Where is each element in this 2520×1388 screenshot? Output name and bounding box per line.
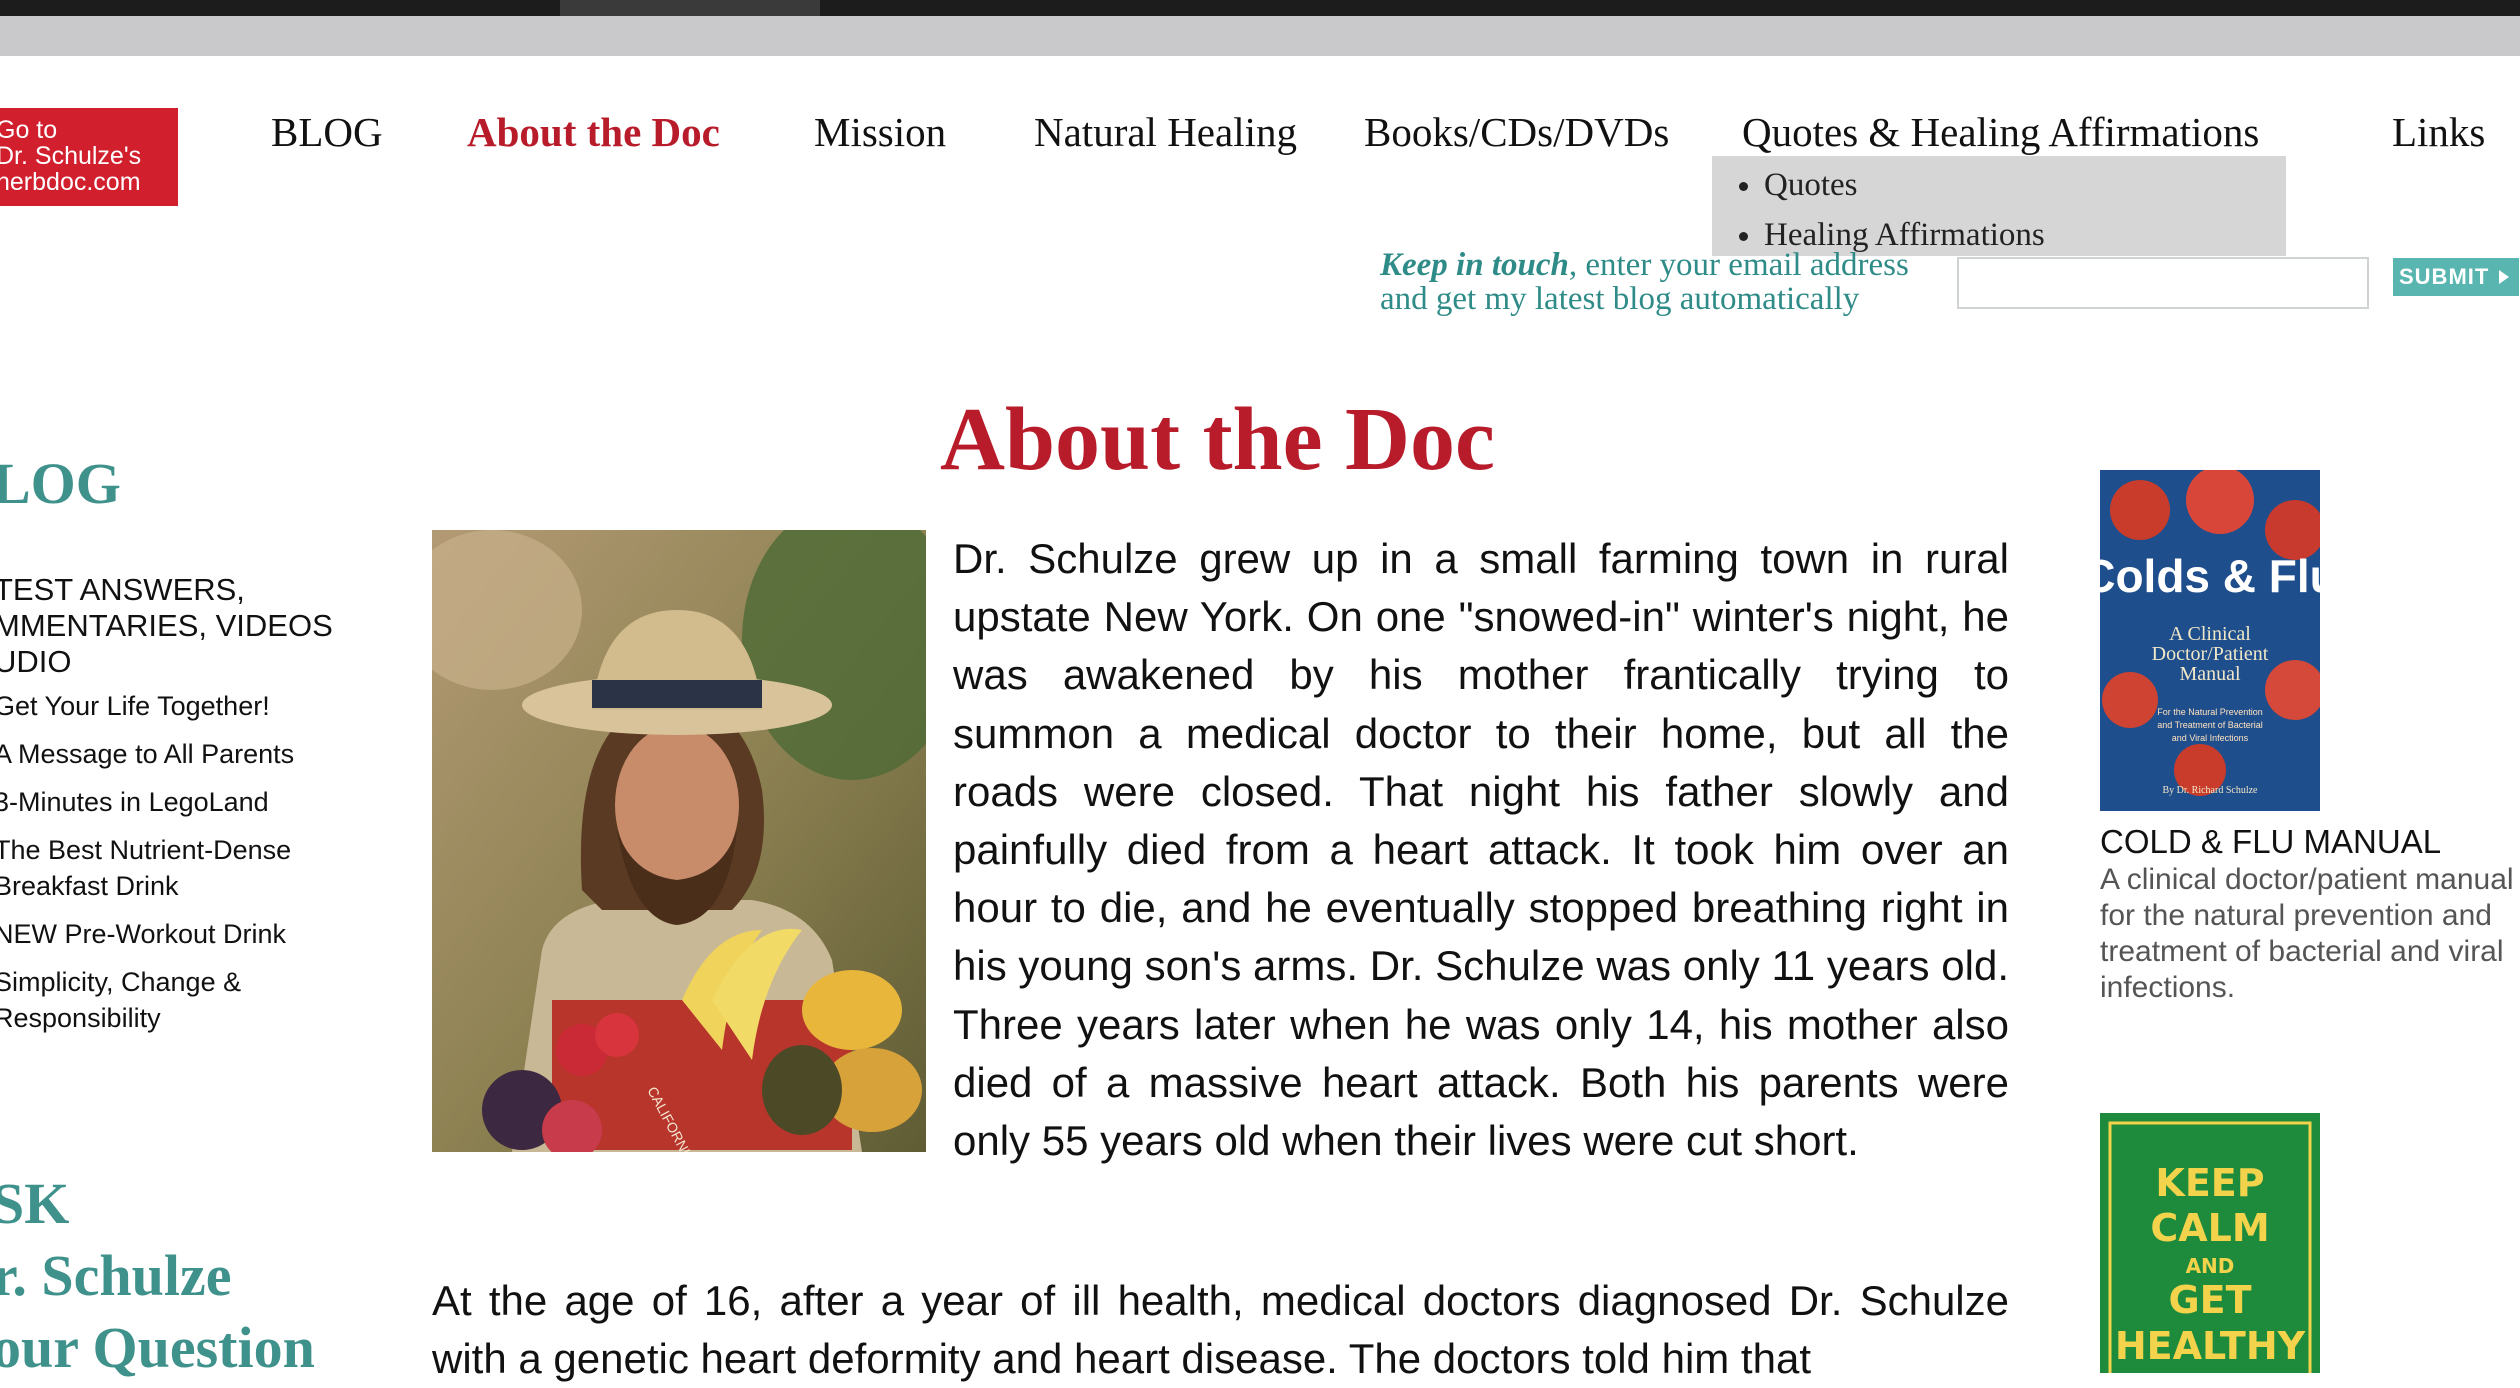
email-input[interactable] (1957, 257, 2369, 309)
header-divider-bar (0, 16, 2520, 56)
logo-line-2: Dr. Schulze's (0, 142, 142, 170)
sidebar-post-link[interactable]: Get Your Life Together! (0, 688, 270, 724)
book-title[interactable]: COLD & FLU MANUAL (2100, 823, 2441, 861)
sidebar-post-link[interactable]: NEW Pre-Workout Drink (0, 916, 286, 952)
nav-mission[interactable]: Mission (814, 108, 946, 156)
book-cover-author: By Dr. Richard Schulze (2163, 785, 2259, 796)
top-header-strip (0, 0, 2520, 16)
book-cover-tagline: and Treatment of Bacterial (2157, 720, 2263, 730)
sidebar-sub-line: UDIO (0, 644, 72, 679)
dr-schulze-portrait-photo: CALIFORNIA GROWN (432, 530, 926, 1152)
poster-text: HEALTHY (2115, 1324, 2306, 1368)
sidebar-post-link[interactable]: A Message to All Parents (0, 736, 294, 772)
bio-paragraph-1: Dr. Schulze grew up in a small farming t… (953, 535, 2009, 1165)
logo-line-1: Go to (0, 116, 58, 144)
nav-natural-healing[interactable]: Natural Healing (1034, 108, 1297, 156)
newsletter-prompt: Keep in touch, enter your email address … (1380, 248, 1909, 316)
dropdown-item-quotes[interactable]: Quotes (1764, 160, 2286, 210)
ask-heading-line: our Question (0, 1315, 315, 1380)
quotes-dropdown-menu: Quotes Healing Affirmations (1712, 156, 2286, 256)
sidebar-post-link[interactable]: Simplicity, Change & Responsibility (0, 964, 241, 1036)
bio-paragraph-2: At the age of 16, after a year of ill he… (432, 1277, 2009, 1382)
sidebar-blog-heading[interactable]: LOG (0, 448, 121, 520)
poster-text: GET (2168, 1278, 2251, 1322)
ask-dr-schulze-heading[interactable]: SK r. Schulze our Question (0, 1168, 315, 1384)
sidebar-post-line: Simplicity, Change & (0, 967, 242, 997)
sidebar-sub-line: TEST ANSWERS, (0, 572, 245, 607)
sidebar-post-line: Responsibility (0, 1003, 161, 1033)
keep-calm-poster[interactable]: KEEP CALM AND GET HEALTHY (2100, 1113, 2320, 1373)
sidebar-post-line: Breakfast Drink (0, 871, 179, 901)
poster-text: KEEP (2155, 1161, 2264, 1205)
nav-links[interactable]: Links (2392, 108, 2485, 156)
book-cover-tagline: For the Natural Prevention (2157, 707, 2263, 717)
page-title: About the Doc (940, 390, 1495, 489)
book-cover-title: Colds & Flu (2100, 550, 2320, 602)
colds-flu-book-cover[interactable]: Colds & Flu A Clinical Doctor/Patient Ma… (2100, 470, 2320, 811)
submit-label: SUBMIT (2399, 264, 2490, 289)
newsletter-line-1: , enter your email address (1568, 247, 1909, 283)
book-description: A clinical doctor/patient manual for the… (2100, 863, 2514, 1004)
ask-heading-line: r. Schulze (0, 1243, 232, 1308)
nav-books-cds-dvds[interactable]: Books/CDs/DVDs (1364, 108, 1669, 156)
sidebar-post-link[interactable]: The Best Nutrient-Dense Breakfast Drink (0, 832, 291, 904)
sidebar-post-line: The Best Nutrient-Dense (0, 835, 292, 865)
nav-quotes-healing-affirmations[interactable]: Quotes & Healing Affirmations (1742, 108, 2259, 156)
book-cover-tagline: and Viral Infections (2172, 733, 2249, 743)
herbdoc-logo-link[interactable]: Go to Dr. Schulze's herbdoc.com (0, 108, 178, 206)
submit-button[interactable]: SUBMIT (2393, 258, 2519, 296)
newsletter-line-2: and get my latest blog automatically (1380, 281, 1860, 317)
sidebar-blog-subtitle: TEST ANSWERS, MMENTARIES, VIDEOS UDIO (0, 572, 333, 680)
play-arrow-icon (2499, 270, 2509, 284)
poster-text: AND (2186, 1254, 2235, 1278)
nav-about-the-doc[interactable]: About the Doc (467, 108, 720, 156)
sidebar-sub-line: MMENTARIES, VIDEOS (0, 608, 333, 643)
book-cover-sub: Manual (2179, 663, 2241, 685)
ask-heading-line: SK (0, 1171, 70, 1236)
keep-in-touch-label: Keep in touch (1380, 247, 1569, 283)
nav-blog[interactable]: BLOG (271, 108, 383, 156)
sidebar-post-link[interactable]: 3-Minutes in LegoLand (0, 784, 269, 820)
book-cover-sub: A Clinical (2169, 623, 2251, 645)
logo-line-3: herbdoc.com (0, 168, 141, 196)
book-cover-sub: Doctor/Patient (2152, 643, 2269, 665)
poster-text: CALM (2150, 1206, 2269, 1250)
